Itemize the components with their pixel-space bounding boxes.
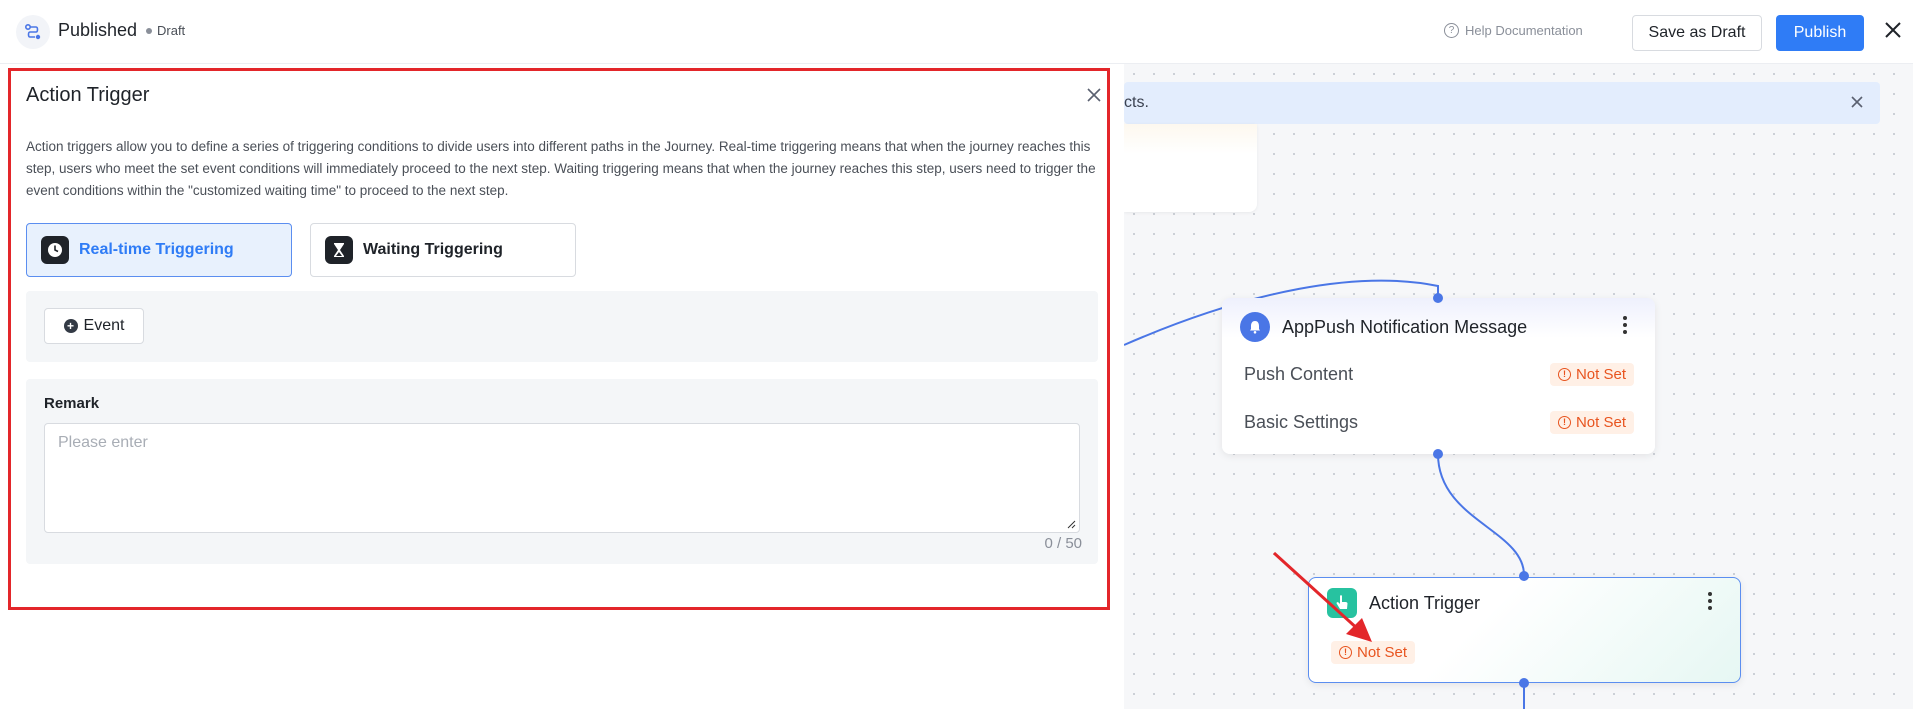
question-circle-icon: ? xyxy=(1444,23,1459,38)
close-icon[interactable] xyxy=(1085,86,1103,104)
status-badge: Draft xyxy=(146,23,185,38)
add-event-label: Event xyxy=(83,317,125,334)
event-section: + Event xyxy=(26,291,1098,362)
resize-handle-icon[interactable] xyxy=(1066,519,1076,529)
flow-icon[interactable] xyxy=(16,15,50,49)
remark-label: Remark xyxy=(44,395,100,412)
remark-textarea[interactable]: Please enter xyxy=(44,423,1080,533)
save-as-draft-button[interactable]: Save as Draft xyxy=(1632,15,1762,51)
tab-waiting-label: Waiting Triggering xyxy=(363,241,503,258)
drawer-description: Action triggers allow you to define a se… xyxy=(26,139,1096,198)
top-bar: Published Draft ? Help Documentation Sav… xyxy=(0,0,1913,64)
hourglass-icon xyxy=(325,236,353,264)
page-title: Published xyxy=(58,20,138,40)
remark-section: Remark Please enter 0 / 50 xyxy=(26,379,1098,564)
add-event-button[interactable]: + Event xyxy=(44,308,144,344)
help-documentation-link[interactable]: ? Help Documentation xyxy=(1444,23,1583,38)
clock-icon xyxy=(41,236,69,264)
tab-realtime-label: Real-time Triggering xyxy=(79,241,234,258)
remark-char-count: 0 / 50 xyxy=(1044,535,1082,552)
help-label: Help Documentation xyxy=(1465,23,1583,38)
remark-placeholder: Please enter xyxy=(58,434,148,451)
status-text: Draft xyxy=(157,23,186,38)
plus-circle-icon: + xyxy=(63,319,78,333)
publish-button[interactable]: Publish xyxy=(1776,15,1864,51)
drawer-title: Action Trigger xyxy=(26,84,150,106)
tab-realtime-triggering[interactable]: Real-time Triggering xyxy=(26,223,292,277)
tab-waiting-triggering[interactable]: Waiting Triggering xyxy=(310,223,576,277)
close-icon[interactable] xyxy=(1882,19,1904,41)
